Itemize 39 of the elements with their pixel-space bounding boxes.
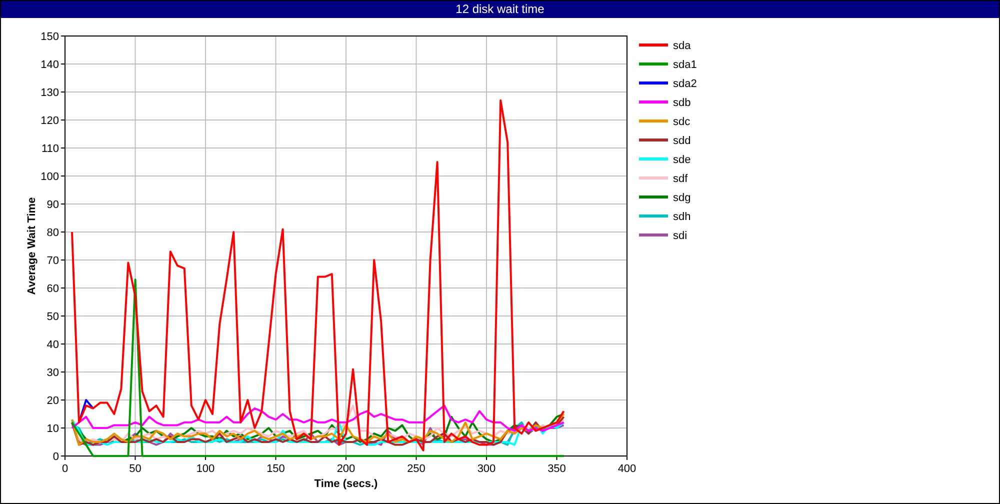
- y-tick-label: 40: [46, 339, 59, 351]
- legend-label: sdi: [673, 230, 688, 242]
- y-axis-title: Average Wait Time: [26, 197, 38, 295]
- legend-label: sda: [673, 40, 691, 52]
- y-tick-label: 70: [46, 255, 59, 267]
- legend-label: sda2: [673, 78, 697, 90]
- legend-label: sdc: [673, 116, 690, 128]
- y-tick-label: 30: [46, 367, 59, 379]
- x-tick-label: 400: [618, 463, 636, 475]
- y-tick-label: 50: [46, 311, 59, 323]
- x-tick-label: 150: [266, 463, 285, 475]
- x-tick-label: 50: [129, 463, 142, 475]
- y-tick-label: 10: [46, 423, 59, 435]
- legend-label: sdb: [673, 97, 691, 109]
- window-title: 12 disk wait time: [1, 1, 999, 18]
- x-tick-label: 250: [407, 463, 426, 475]
- legend-label: sde: [673, 154, 691, 166]
- y-tick-label: 130: [40, 87, 59, 99]
- legend-label: sdh: [673, 211, 691, 223]
- y-tick-label: 100: [40, 171, 59, 183]
- legend-label: sdd: [673, 135, 691, 147]
- y-tick-label: 20: [46, 395, 59, 407]
- y-tick-label: 0: [52, 451, 59, 463]
- x-tick-label: 0: [62, 463, 68, 475]
- legend-label: sda1: [673, 59, 697, 71]
- legend-label: sdg: [673, 192, 691, 204]
- y-tick-label: 110: [41, 143, 59, 155]
- y-tick-label: 80: [46, 227, 59, 239]
- x-tick-label: 100: [196, 463, 215, 475]
- x-tick-label: 350: [548, 463, 566, 475]
- y-tick-label: 140: [40, 59, 59, 71]
- x-axis-title: Time (secs.): [314, 478, 378, 490]
- x-tick-label: 300: [477, 463, 496, 475]
- y-tick-label: 150: [40, 31, 59, 43]
- y-tick-label: 60: [46, 283, 59, 295]
- y-tick-label: 90: [46, 199, 59, 211]
- y-tick-label: 120: [40, 115, 59, 127]
- legend-label: sdf: [673, 173, 688, 185]
- x-tick-label: 200: [336, 463, 356, 475]
